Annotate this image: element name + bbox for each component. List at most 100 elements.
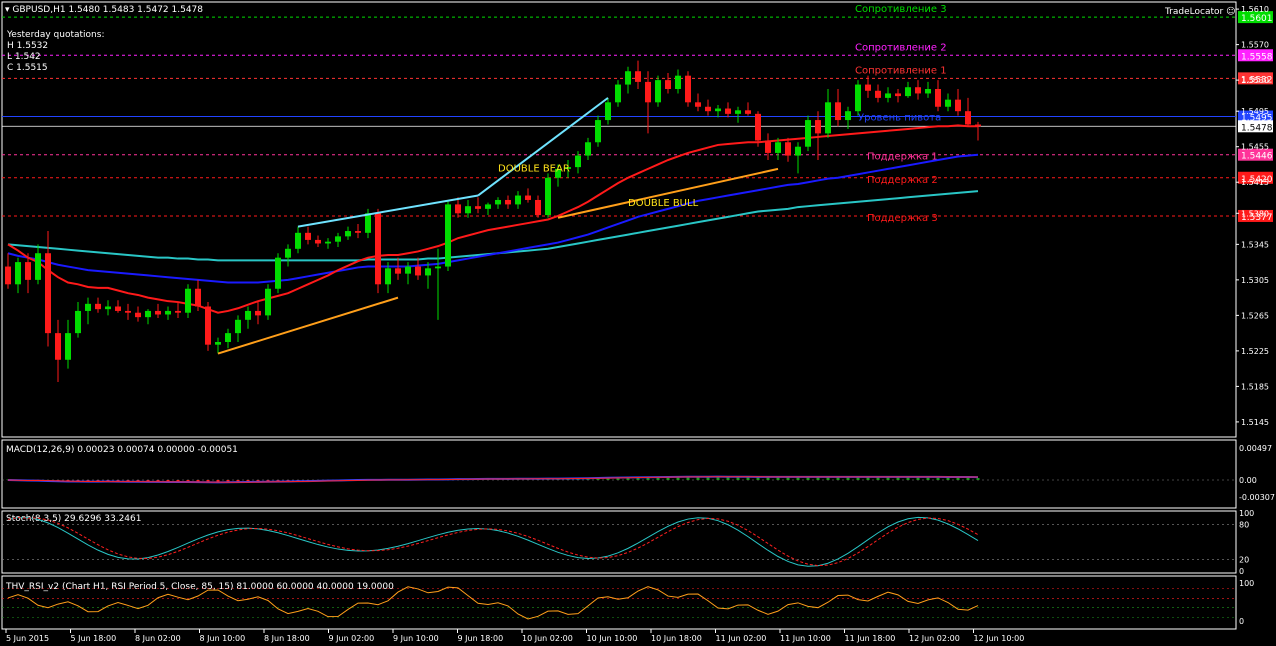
yesterday-high: H 1.5532 [7,41,49,51]
candle-body [595,120,601,143]
candle-body [925,89,931,94]
candle-body [755,113,761,141]
stoch-label: Stoch(8,3,5) 29.6296 33.2461 [6,514,141,524]
candle-body [645,81,651,103]
stoch-tick-label: 20 [1239,555,1249,564]
candle-body [195,288,201,307]
candle-body [945,99,951,107]
candle-body [425,268,431,276]
candle-body [865,84,871,91]
rsi-label: THV_RSI_v2 (Chart H1, RSI Period 5, Clos… [5,582,394,592]
level-price-tag-text: 1.5601 [1241,14,1273,24]
yesterday-low: L 1.542 [7,52,41,62]
time-tick-label: 5 Jun 2015 [6,634,49,643]
candle-body [965,111,971,125]
candle-body [125,310,131,313]
macd-histogram-bar [936,477,940,480]
candle-body [635,71,641,82]
candle-body [905,87,911,97]
level-label: Уровень пивота [858,113,941,124]
time-tick-label: 9 Jun 02:00 [329,634,375,643]
candle-body [295,232,301,249]
candle-body [215,342,221,345]
candle-body [415,266,421,276]
candle-body [475,206,481,209]
candle-body [285,248,291,258]
macd-histogram-bar [966,478,970,480]
candle-body [35,253,41,280]
macd-tick-label: 0.00497 [1239,444,1272,453]
annotation-double-bull: DOUBLE BULL [628,198,699,209]
candle-body [745,110,751,114]
candle-body [845,111,851,121]
candle-body [495,199,501,205]
yesterday-panel: Yesterday quotations: H 1.5532 L 1.542 C… [7,30,104,74]
candle-body [855,84,861,112]
annotation-double-bear: DOUBLE BEAR [498,164,570,175]
time-tick-label: 12 Jun 02:00 [909,634,960,643]
candle-body [525,195,531,200]
price-tick-label: 1.5345 [1241,240,1269,249]
candle-body [545,177,551,216]
price-tick-label: 1.5265 [1241,311,1269,320]
candle-body [695,102,701,107]
candle-body [655,80,661,103]
time-tick-label: 8 Jun 10:00 [200,634,246,643]
macd-histogram-bar [976,478,980,480]
candle-body [345,231,351,237]
candle-body [895,93,901,97]
candle-body [585,142,591,156]
candle-body [485,204,491,209]
candle-body [735,110,741,114]
ohlc-values: 1.5480 1.5483 1.5472 1.5478 [68,5,204,15]
candle-body [445,204,451,267]
candle-body [315,239,321,244]
level-label: Сопротивление 3 [855,4,947,15]
candle-body [875,90,881,98]
candle-body [795,146,801,156]
chart-header: ▾ GBPUSD,H1 1.5480 1.5483 1.5472 1.5478 [5,5,203,16]
candle-body [155,310,161,315]
candle-body [805,120,811,147]
time-tick-label: 11 Jun 18:00 [845,634,896,643]
time-tick-label: 11 Jun 10:00 [780,634,831,643]
level-label: Поддержка 3 [867,213,938,224]
level-label: Поддержка 2 [867,175,938,186]
level-price-tag-text: 1.5558 [1241,52,1273,62]
candle-body [275,257,281,289]
candle-body [75,310,81,334]
macd-histogram-bar [946,477,950,480]
chart-canvas[interactable]: Сопротивление 3 1.5601 Сопротивление 2 1.55… [0,0,1276,646]
candle-body [675,75,681,89]
candle-body [45,253,51,334]
candle-body [775,142,781,153]
price-tick-label: 1.5610 [1241,5,1269,14]
price-tick-label: 1.5570 [1241,41,1269,50]
stoch-tick-label: 100 [1239,509,1254,518]
candle-body [85,303,91,311]
dropdown-arrow-icon[interactable]: ▾ [5,5,10,15]
candle-body [235,319,241,334]
candle-body [715,108,721,112]
candle-body [15,262,21,285]
candle-body [605,102,611,121]
candle-body [785,142,791,156]
smiley-icon: ☺ [1226,7,1236,17]
macd-label: MACD(12,26,9) 0.00023 0.00074 0.00000 -0… [6,445,238,455]
candle-body [835,102,841,121]
candle-body [305,232,311,240]
time-tick-label: 8 Jun 02:00 [135,634,181,643]
candle-body [245,310,251,320]
macd-histogram-bar [926,477,930,480]
candle-body [515,195,521,205]
candle-body [385,268,391,285]
price-tick-label: 1.5380 [1241,209,1269,218]
macd-tick-label: 0.00 [1239,476,1257,485]
candle-body [115,306,121,311]
time-tick-label: 9 Jun 18:00 [458,634,504,643]
rsi-tick-label: 100 [1239,579,1254,588]
candle-body [575,155,581,168]
candle-body [5,266,11,285]
trade-locator-badge[interactable]: TradeLocator ☺ [1165,7,1235,18]
candle-body [175,310,181,313]
